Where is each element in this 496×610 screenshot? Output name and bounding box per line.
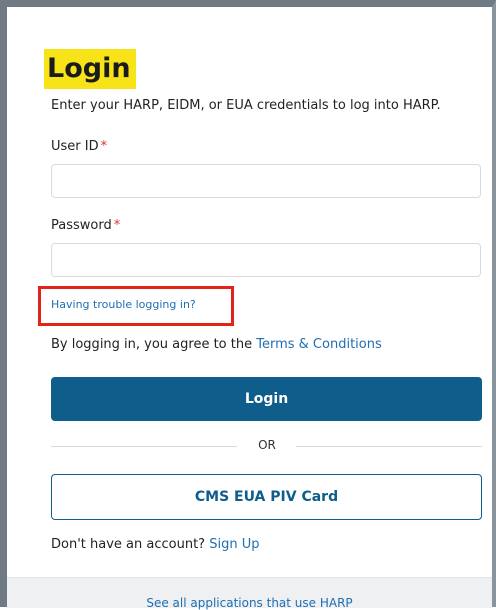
required-asterisk: *: [100, 139, 108, 154]
password-input[interactable]: [51, 243, 481, 277]
divider-line-right: [296, 446, 482, 447]
user-id-label: User ID *: [51, 139, 107, 154]
page-title: Login: [44, 49, 136, 89]
terms-agreement: By logging in, you agree to the Terms & …: [51, 337, 382, 352]
signup-prompt-text: Don't have an account?: [51, 537, 206, 552]
login-button[interactable]: Login: [51, 377, 482, 421]
required-asterisk: *: [113, 218, 121, 233]
sign-up-link[interactable]: Sign Up: [209, 537, 259, 552]
password-label: Password *: [51, 218, 120, 233]
divider-line-left: [51, 446, 237, 447]
login-panel: Login Enter your HARP, EIDM, or EUA cred…: [0, 0, 496, 607]
password-label-text: Password: [51, 218, 112, 233]
signup-prompt: Don't have an account? Sign Up: [51, 537, 259, 552]
trouble-logging-in-link[interactable]: Having trouble logging in?: [51, 298, 196, 311]
terms-conditions-link[interactable]: Terms & Conditions: [256, 337, 382, 352]
piv-card-login-button[interactable]: CMS EUA PIV Card: [51, 474, 482, 520]
user-id-input[interactable]: [51, 164, 481, 198]
terms-agreement-text: By logging in, you agree to the: [51, 337, 253, 352]
see-all-applications-link[interactable]: See all applications that use HARP: [7, 596, 492, 610]
user-id-label-text: User ID: [51, 139, 99, 154]
footer-bar: See all applications that use HARP: [7, 577, 492, 610]
or-divider-text: OR: [258, 438, 276, 452]
login-instructions: Enter your HARP, EIDM, or EUA credential…: [51, 98, 441, 113]
